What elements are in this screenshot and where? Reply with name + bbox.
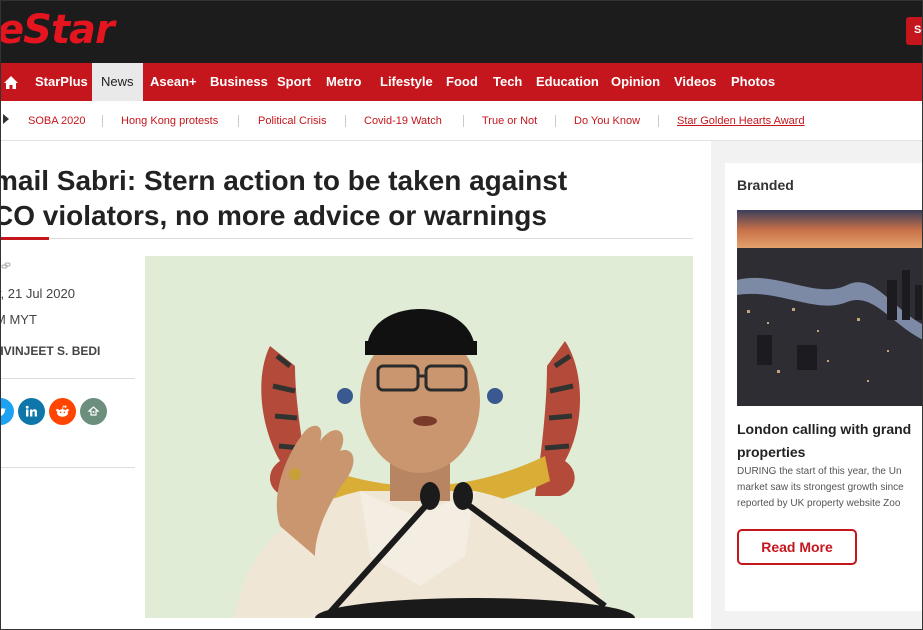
article-date: y, 21 Jul 2020 [0,286,75,301]
excerpt-line-2: market saw its strongest growth since [737,482,904,493]
search-button[interactable]: Se [906,17,922,45]
trending-link-political-crisis[interactable]: Political Crisis [258,101,326,141]
article-author[interactable]: HVINJEET S. BEDI [1,344,100,358]
branded-title[interactable]: London calling with grand properties [737,418,922,464]
nav-item-starplus[interactable]: StarPlus [35,63,88,101]
branded-title-line-1: London calling with grand [737,421,912,437]
nav-item-business[interactable]: Business [210,63,268,101]
article-photo [145,256,693,618]
article-time: M MYT [1,312,37,327]
top-bar: eStar Se [1,1,922,63]
share-icon[interactable] [80,398,107,425]
divider [345,115,346,127]
nav-item-news[interactable]: News [92,63,143,101]
excerpt-line-1: DURING the start of this year, the Un [737,466,902,477]
divider [463,115,464,127]
divider [238,115,239,127]
trending-link-golden-hearts[interactable]: Star Golden Hearts Award [677,101,805,141]
page: eStar Se StarPlus News Asean+ Business S… [0,0,923,630]
headline-line-1: mail Sabri: Stern action to be taken aga… [0,165,568,196]
nav-item-videos[interactable]: Videos [674,63,716,101]
branded-image[interactable] [737,210,922,406]
read-more-button[interactable]: Read More [737,529,857,565]
site-logo[interactable]: eStar [1,7,115,53]
divider [102,115,103,127]
trending-link-true-or-not[interactable]: True or Not [482,101,537,141]
trending-link-do-you-know[interactable]: Do You Know [574,101,640,141]
nav-item-food[interactable]: Food [446,63,478,101]
branded-label: Branded [737,177,794,193]
nav-item-sport[interactable]: Sport [277,63,311,101]
headline-line-2: CO violators, no more advice or warnings [0,200,547,231]
nav-item-lifestyle[interactable]: Lifestyle [380,63,433,101]
divider [1,238,693,239]
nav-item-education[interactable]: Education [536,63,599,101]
link-icon [1,261,11,274]
nav-item-tech[interactable]: Tech [493,63,522,101]
branded-title-line-2: properties [737,444,806,460]
trending-bar: SOBA 2020 Hong Kong protests Political C… [1,101,922,141]
divider [1,378,135,379]
nav-item-photos[interactable]: Photos [731,63,775,101]
nav-item-metro[interactable]: Metro [326,63,361,101]
article: mail Sabri: Stern action to be taken aga… [0,141,711,629]
article-headline: mail Sabri: Stern action to be taken aga… [0,163,693,233]
home-icon[interactable] [1,63,21,101]
sidebar: Branded London calling with grand proper… [711,141,922,629]
branded-excerpt: DURING the start of this year, the Un ma… [737,464,922,512]
trending-link-hong-kong[interactable]: Hong Kong protests [121,101,218,141]
twitter-share-icon[interactable] [1,398,14,425]
divider [658,115,659,127]
main-nav: StarPlus News Asean+ Business Sport Metr… [1,63,922,101]
branded-card: Branded London calling with grand proper… [725,163,922,611]
divider [1,467,135,468]
nav-item-asean[interactable]: Asean+ [150,63,197,101]
trending-link-covid[interactable]: Covid-19 Watch [364,101,442,141]
trending-link-soba[interactable]: SOBA 2020 [28,101,86,141]
headline-accent [1,237,49,240]
linkedin-share-icon[interactable] [18,398,45,425]
arrow-right-icon [3,114,9,124]
reddit-share-icon[interactable] [49,398,76,425]
excerpt-line-3: reported by UK property website Zoo [737,498,901,509]
nav-item-opinion[interactable]: Opinion [611,63,660,101]
divider [555,115,556,127]
